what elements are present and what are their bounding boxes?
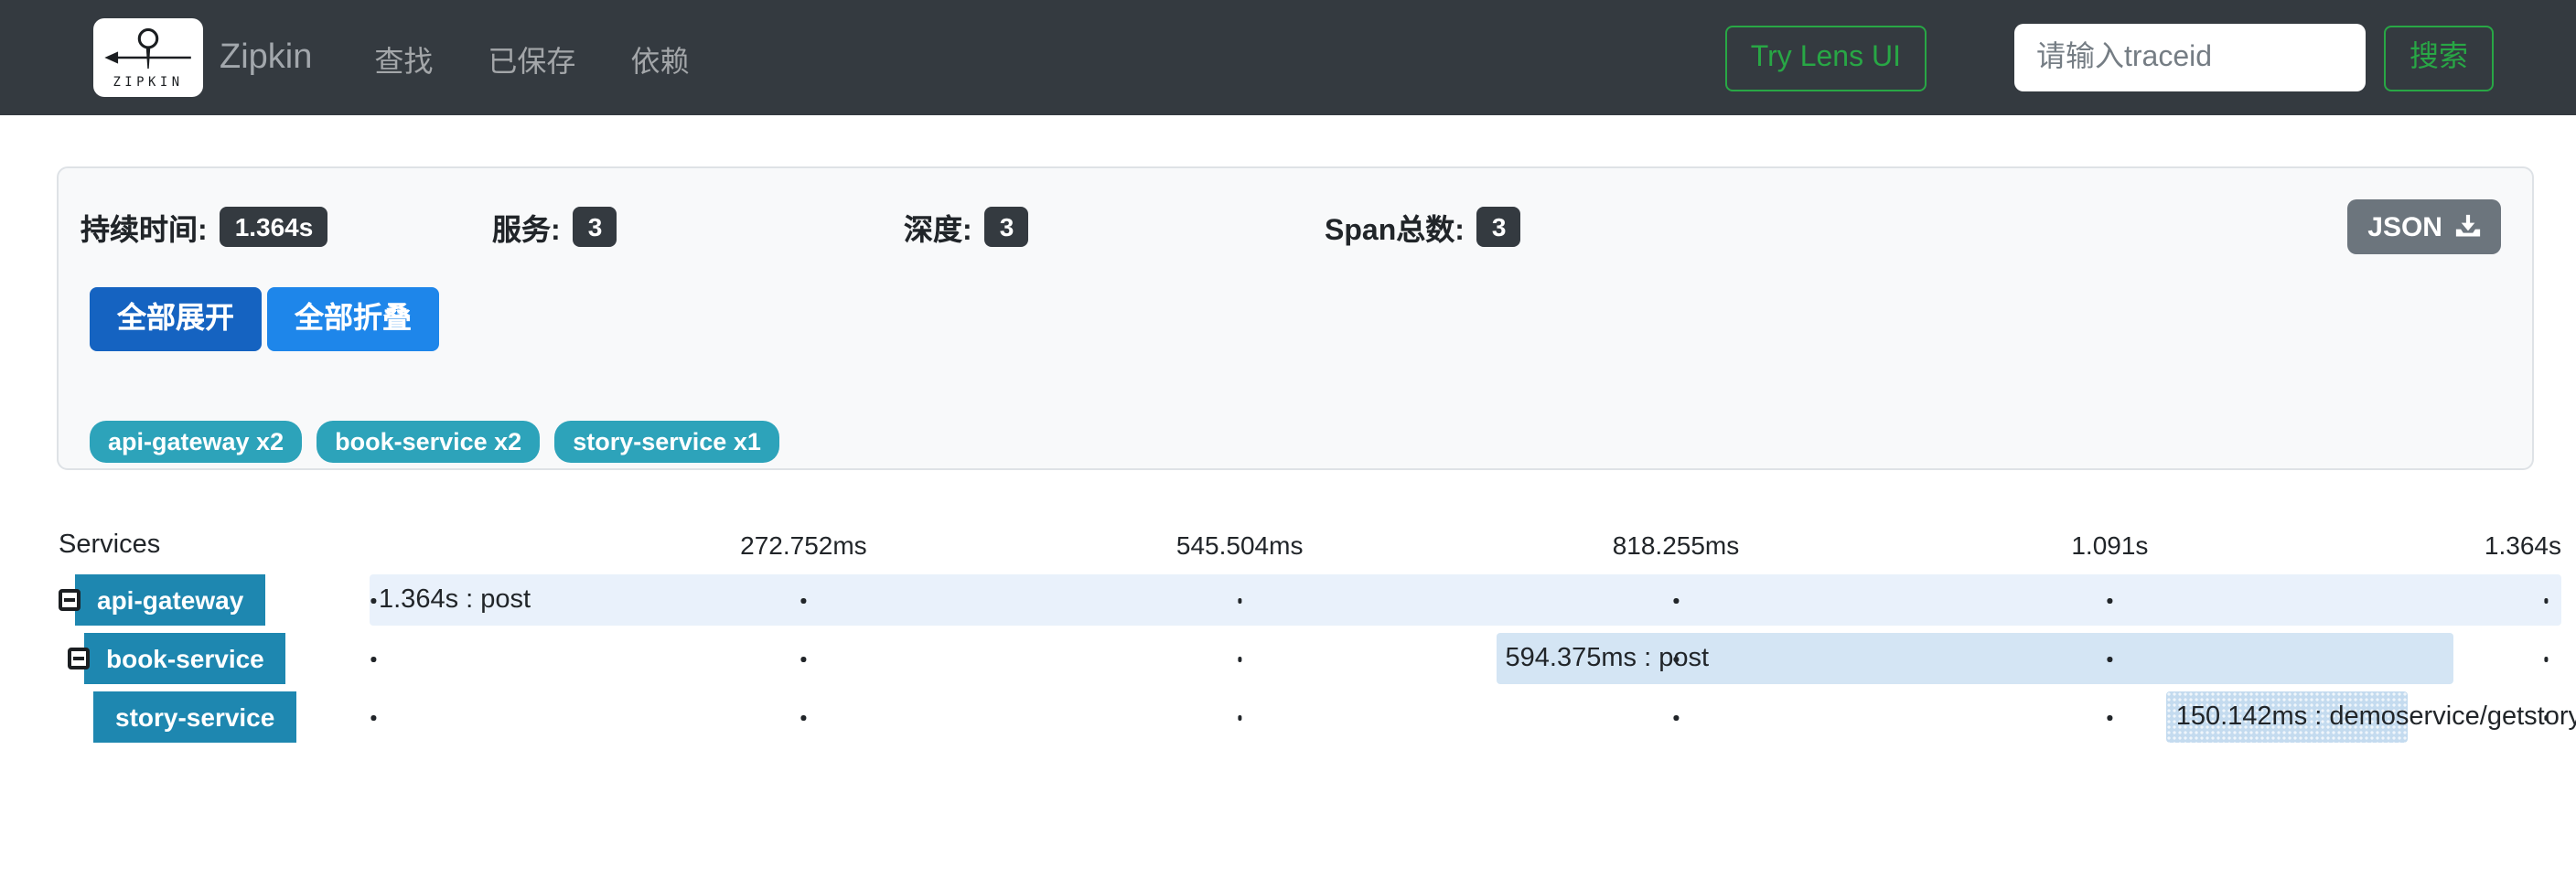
service-badge-api-gateway[interactable]: api-gateway x2 — [90, 421, 302, 463]
service-badge-book-service[interactable]: book-service x2 — [317, 421, 540, 463]
service-badge-story-service[interactable]: story-service x1 — [554, 421, 779, 463]
stat-depth: 深度: 3 — [904, 205, 1325, 249]
timeline-tick-dot — [2108, 598, 2112, 603]
timeline-tick-dot — [2108, 657, 2112, 661]
timeline-track: 150.142ms : demoservice/getstory — [370, 691, 2561, 743]
trace-row-story-service: story-service 150.142ms : demoservice/ge… — [0, 691, 2576, 743]
stat-depth-label: 深度: — [904, 205, 972, 249]
search-button[interactable]: 搜索 — [2384, 25, 2494, 91]
timeline-ruler: 272.752ms 545.504ms 818.255ms 1.091s 1.364s — [370, 530, 2561, 571]
span-bar-label: 1.364s : post — [379, 574, 531, 626]
stat-total-spans: Span总数: 3 — [1325, 205, 2313, 249]
timeline-tick-dot — [1238, 598, 1242, 603]
ruler-mark: 1.364s — [2485, 530, 2561, 560]
download-icon — [2455, 214, 2481, 240]
nav-item-find[interactable]: 查找 — [356, 25, 451, 91]
stat-duration: 持续时间: 1.364s — [80, 205, 492, 249]
span-bar-api-gateway[interactable]: 1.364s : post — [370, 574, 2561, 626]
span-bar-story-service[interactable]: 150.142ms : demoservice/getstory — [2167, 691, 2409, 743]
timeline-track: 1.364s : post — [370, 574, 2561, 626]
timeline-tick-dot — [2544, 715, 2549, 720]
zipkin-logo[interactable]: ZIPKIN — [93, 18, 203, 97]
timeline-tick-dot — [801, 598, 806, 603]
trace-rows: api-gateway 1.364s : post book-service 5… — [0, 574, 2576, 750]
zipkin-pin-icon: ZIPKIN — [101, 24, 196, 91]
stat-duration-label: 持续时间: — [80, 205, 208, 249]
timeline-track: 594.375ms : post — [370, 633, 2561, 684]
nav-item-dependencies[interactable]: 依赖 — [612, 25, 707, 91]
trace-stats: 持续时间: 1.364s 服务: 3 深度: 3 Span总数: 3 — [80, 205, 2313, 249]
ruler-mark: 818.255ms — [1613, 530, 1740, 560]
stat-total-spans-label: Span总数: — [1325, 205, 1465, 249]
zipkin-trace-page: ZIPKIN Zipkin 查找 已保存 依赖 Try Lens UI 搜索 持… — [0, 0, 2576, 889]
service-badges: api-gateway x2 book-service x2 story-ser… — [90, 421, 779, 463]
expand-all-button[interactable]: 全部展开 — [90, 287, 262, 351]
collapse-toggle-icon[interactable] — [59, 589, 80, 611]
timeline-tick-dot — [2544, 657, 2549, 661]
timeline-tick-dot — [801, 657, 806, 661]
stat-total-spans-value: 3 — [1477, 207, 1521, 247]
stat-duration-value: 1.364s — [220, 207, 328, 247]
timeline-tick-dot — [371, 715, 376, 720]
ruler-mark: 1.091s — [2071, 530, 2148, 560]
timeline-tick-dot — [2544, 598, 2549, 603]
timeline-tick-dot — [1673, 657, 1678, 661]
traceid-search-input[interactable] — [2014, 24, 2366, 91]
brand-title[interactable]: Zipkin — [220, 37, 312, 78]
span-bar-label: 594.375ms : post — [1506, 633, 1710, 684]
collapse-toggle-icon[interactable] — [68, 648, 90, 669]
nav-item-saved[interactable]: 已保存 — [469, 25, 594, 91]
json-download-button[interactable]: JSON — [2347, 199, 2501, 254]
try-lens-ui-button[interactable]: Try Lens UI — [1725, 25, 1927, 91]
trace-summary-panel: 持续时间: 1.364s 服务: 3 深度: 3 Span总数: 3 JSON — [57, 166, 2534, 470]
stat-depth-value: 3 — [985, 207, 1029, 247]
services-column-header: Services — [59, 530, 160, 560]
stat-services-label: 服务: — [492, 205, 561, 249]
timeline-tick-dot — [2108, 715, 2112, 720]
service-label-book-service[interactable]: book-service — [84, 633, 286, 684]
timeline-tick-dot — [371, 657, 376, 661]
timeline-tick-dot — [801, 715, 806, 720]
timeline-header: Services 272.752ms 545.504ms 818.255ms 1.09… — [0, 530, 2576, 571]
trace-row-book-service: book-service 594.375ms : post — [0, 633, 2576, 684]
trace-row-api-gateway: api-gateway 1.364s : post — [0, 574, 2576, 626]
stat-services-value: 3 — [574, 207, 617, 247]
service-label-story-service[interactable]: story-service — [93, 691, 296, 743]
json-download-label: JSON — [2367, 211, 2442, 242]
stat-services: 服务: 3 — [492, 205, 904, 249]
service-label-api-gateway[interactable]: api-gateway — [75, 574, 265, 626]
navbar-right: Try Lens UI 搜索 — [1725, 24, 2494, 91]
timeline-tick-dot — [1238, 657, 1242, 661]
ruler-mark: 272.752ms — [740, 530, 867, 560]
timeline-tick-dot — [1673, 715, 1678, 720]
collapse-all-button[interactable]: 全部折叠 — [267, 287, 439, 351]
ruler-mark: 545.504ms — [1176, 530, 1304, 560]
timeline-tick-dot — [1673, 598, 1678, 603]
navbar: ZIPKIN Zipkin 查找 已保存 依赖 Try Lens UI 搜索 — [0, 0, 2576, 115]
svg-text:ZIPKIN: ZIPKIN — [113, 75, 183, 90]
span-bar-book-service[interactable]: 594.375ms : post — [1497, 633, 2454, 684]
expand-collapse-buttons: 全部展开 全部折叠 — [90, 287, 439, 351]
span-bar-label: 150.142ms : demoservice/getstory — [2176, 691, 2576, 743]
timeline-tick-dot — [371, 598, 376, 603]
timeline-tick-dot — [1238, 715, 1242, 720]
